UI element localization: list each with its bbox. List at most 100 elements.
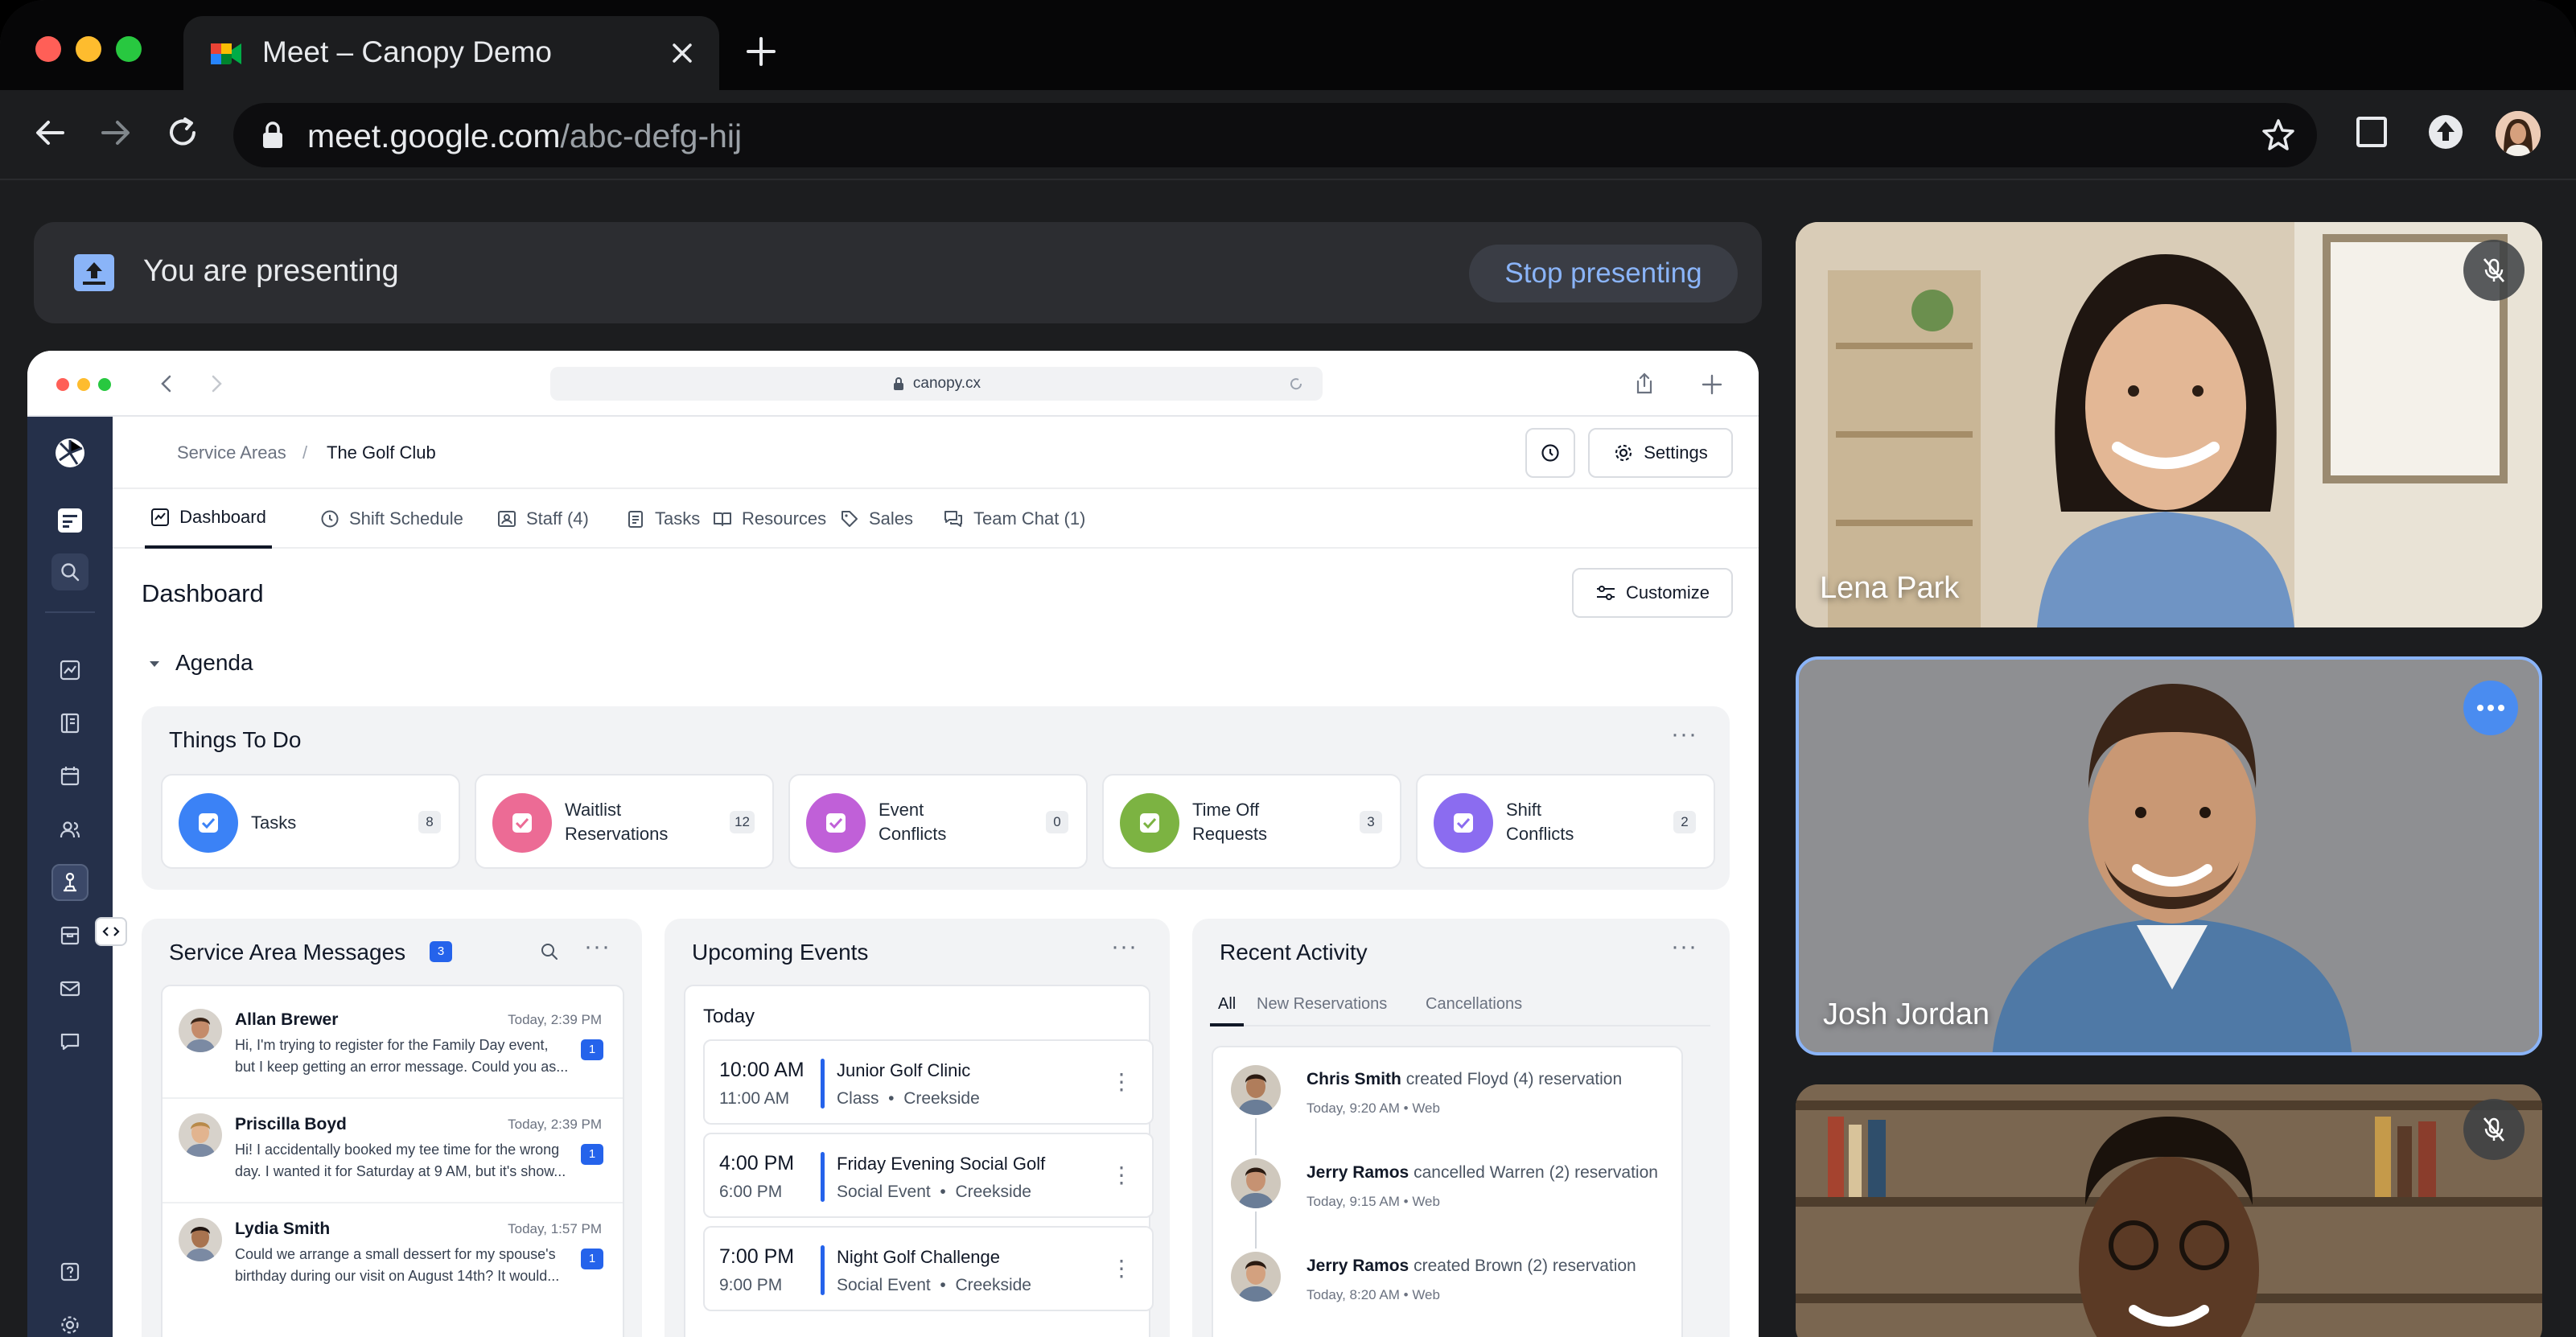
bookmark-star-icon[interactable] [2261, 117, 2296, 153]
sidebar-chat[interactable] [51, 1023, 88, 1060]
activity-object: Floyd (4) reservation [1467, 1070, 1623, 1088]
reload-icon[interactable] [163, 113, 203, 153]
event-end-time: 9:00 PM [719, 1276, 783, 1294]
participant-tile-2[interactable]: Josh Jordan [1796, 656, 2542, 1055]
activity-text: Jerry Ramos cancelled Warren (2) reserva… [1307, 1163, 1658, 1183]
todo-count: 0 [1046, 811, 1068, 833]
tab-staff[interactable]: Staff (4) [497, 489, 589, 549]
activity-row[interactable]: Jerry Ramos created Brown (2) reservatio… [1231, 1252, 1681, 1324]
unread-badge: 1 [581, 1144, 603, 1165]
todo-card[interactable]: Tasks 8 [161, 774, 460, 869]
shared-forward-icon [212, 375, 222, 393]
profile-badge-icon[interactable] [2426, 113, 2465, 151]
browser-tab[interactable]: Meet – Canopy Demo [183, 16, 719, 93]
event-card[interactable]: 4:00 PM 6:00 PM Friday Evening Social Golf… [703, 1133, 1154, 1218]
shared-minimize-dot [77, 378, 90, 391]
message-row[interactable]: Allan Brewer Today, 2:39 PM Hi, I'm trying… [163, 999, 623, 1099]
shared-screen: canopy.cx Service Areas / The Golf Club … [27, 351, 1759, 1337]
chat-icon [60, 1033, 80, 1051]
tab-bar: Meet – Canopy Demo [0, 0, 2576, 93]
customize-button[interactable]: Customize [1572, 568, 1733, 618]
sidebar-help[interactable] [51, 1253, 88, 1290]
chevron-down-icon[interactable] [146, 656, 163, 673]
participant-tile-1[interactable]: Lena Park [1796, 222, 2542, 627]
breadcrumb-parent[interactable]: Service Areas [177, 442, 286, 463]
activity-tab-all[interactable]: All [1210, 988, 1245, 1026]
sidebar-collapse-toggle[interactable] [95, 917, 127, 946]
message-row[interactable]: Lydia Smith Today, 1:57 PM Could we arrang… [163, 1208, 623, 1308]
sidebar-analytics[interactable] [51, 652, 88, 689]
sidebar-documents[interactable] [51, 705, 88, 742]
participant-more-button[interactable] [2463, 681, 2518, 735]
search-icon[interactable] [539, 941, 560, 962]
todo-count: 3 [1360, 811, 1382, 833]
tab-shift-schedule[interactable]: Shift Schedule [320, 489, 463, 549]
kebab-menu-icon[interactable]: ⋮ [1110, 1162, 1133, 1188]
tab-team-chat[interactable]: Team Chat (1) [943, 489, 1085, 549]
more-options-icon[interactable]: ··· [1111, 933, 1138, 961]
window-icon[interactable] [2354, 114, 2389, 150]
sidebar-mail[interactable] [51, 970, 88, 1007]
sidebar-calendar[interactable] [51, 758, 88, 795]
omnibox[interactable]: meet.google.com/abc-defg-hij [233, 103, 2317, 167]
event-place: Creekside [903, 1089, 980, 1108]
tab-sales[interactable]: Sales [840, 489, 913, 549]
stop-presenting-button[interactable]: Stop presenting [1469, 245, 1738, 302]
event-card[interactable]: 10:00 AM 11:00 AM Junior Golf Clinic Class … [703, 1039, 1154, 1125]
avatar-icon [179, 1009, 222, 1052]
todo-card[interactable]: Event Conflicts 0 [788, 774, 1088, 869]
message-preview-line2: but I keep getting an error message. Cou… [235, 1059, 569, 1075]
todo-card[interactable]: Waitlist Reservations 12 [475, 774, 774, 869]
minimize-window-button[interactable] [76, 36, 101, 62]
sidebar-calendar-badge[interactable] [51, 502, 88, 539]
activity-panel: Recent Activity ··· All New Reservations… [1192, 919, 1730, 1337]
new-tab-icon[interactable] [745, 35, 777, 68]
sidebar-settings[interactable] [51, 1306, 88, 1337]
tab-tasks[interactable]: Tasks [626, 489, 700, 549]
shared-url-field: canopy.cx [550, 367, 1323, 401]
unread-badge: 1 [581, 1039, 603, 1060]
event-meta: Social Event • Creekside [837, 1183, 1031, 1202]
close-tab-icon[interactable] [669, 40, 695, 66]
more-options-icon[interactable]: ··· [584, 933, 611, 961]
sidebar-search[interactable] [51, 553, 88, 590]
activity-row[interactable]: Jerry Ramos cancelled Warren (2) reserva… [1231, 1158, 1681, 1249]
things-to-do-panel: Things To Do ··· Tasks 8 Waitlist Reservati… [142, 706, 1730, 890]
settings-button[interactable]: Settings [1588, 428, 1733, 478]
agenda-heading[interactable]: Agenda [175, 650, 253, 676]
back-icon[interactable] [31, 113, 71, 153]
sidebar-inbox[interactable] [51, 917, 88, 954]
activity-row[interactable]: Chris Smith created Floyd (4) reservatio… [1231, 1065, 1681, 1155]
history-button[interactable] [1525, 428, 1575, 478]
forward-icon[interactable] [95, 113, 135, 153]
todo-card[interactable]: Shift Conflicts 2 [1416, 774, 1715, 869]
todo-count: 8 [418, 811, 441, 833]
event-card[interactable]: 7:00 PM 9:00 PM Night Golf Challenge Social… [703, 1226, 1154, 1311]
message-sender: Allan Brewer [235, 1010, 339, 1029]
sidebar-golf-active[interactable] [51, 864, 88, 901]
kebab-menu-icon[interactable]: ⋮ [1110, 1255, 1133, 1281]
mail-icon [60, 981, 80, 997]
message-row[interactable]: Priscilla Boyd Today, 2:39 PM Hi! I accide… [163, 1104, 623, 1203]
kebab-menu-icon[interactable]: ⋮ [1110, 1068, 1133, 1095]
todo-card[interactable]: Time Off Requests 3 [1102, 774, 1401, 869]
app-header: Service Areas / The Golf Club Settings [113, 417, 1759, 489]
sidebar-people[interactable] [51, 811, 88, 848]
todo-label: Event [879, 800, 924, 820]
gear-icon [61, 1316, 79, 1334]
maximize-window-button[interactable] [116, 36, 142, 62]
close-window-button[interactable] [35, 36, 61, 62]
tab-dashboard[interactable]: Dashboard [145, 489, 272, 549]
todo-icon [199, 813, 218, 833]
page-title: Dashboard [142, 579, 264, 607]
profile-avatar[interactable] [2496, 111, 2541, 156]
activity-time: Today, 9:15 AM • Web [1307, 1194, 1440, 1209]
canopy-logo-icon [56, 438, 84, 467]
tab-resources[interactable]: Resources [713, 489, 826, 549]
more-options-icon[interactable]: ··· [1671, 933, 1697, 961]
participant-tile-3[interactable] [1796, 1084, 2542, 1337]
activity-tab-cancellations[interactable]: Cancellations [1426, 988, 1522, 1020]
activity-tab-new-reservations[interactable]: New Reservations [1257, 988, 1387, 1020]
more-options-icon[interactable]: ··· [1671, 721, 1697, 748]
message-sender: Lydia Smith [235, 1220, 331, 1238]
